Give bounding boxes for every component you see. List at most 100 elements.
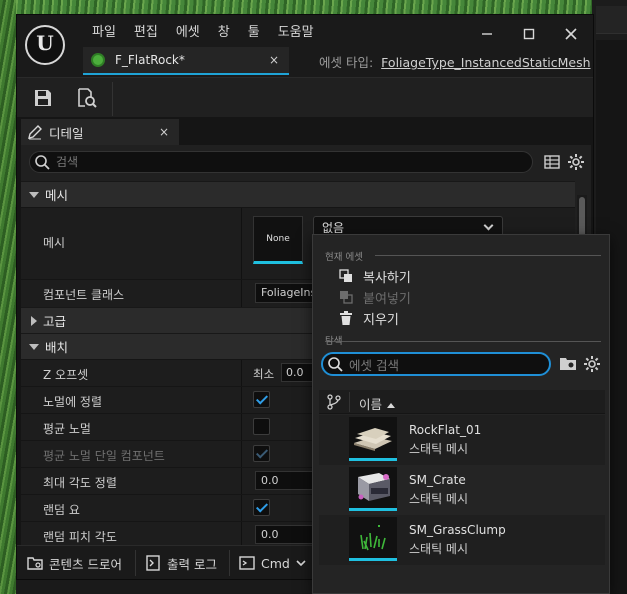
column-separator <box>241 441 242 467</box>
maximize-button[interactable] <box>509 21 549 47</box>
column-name-label: 이름 <box>359 397 383 412</box>
close-window-button[interactable] <box>551 21 591 47</box>
property-label-align-max-angle: 최대 각도 정렬 <box>43 476 117 490</box>
heading-divider <box>375 255 601 256</box>
asset-name: SM_GrassClump <box>409 523 506 537</box>
output-log-icon <box>146 555 160 571</box>
details-panel-tab[interactable]: 디테일 × <box>21 119 179 145</box>
menu-file[interactable]: 파일 <box>83 19 125 41</box>
z-offset-min-label: 최소 <box>253 367 275 381</box>
paste-icon <box>340 291 353 304</box>
grass-mesh-thumbnail-icon <box>360 525 386 551</box>
column-separator <box>349 392 350 412</box>
table-view-icon[interactable] <box>543 153 561 171</box>
browse-icon <box>78 88 97 108</box>
random-pitch-input[interactable]: 0.0 <box>255 525 315 544</box>
paste-label: 붙여넣기 <box>363 291 411 307</box>
align-max-angle-input[interactable]: 0.0 <box>255 471 315 490</box>
asset-list-item[interactable]: SM_Crate 스태틱 메시 <box>319 465 605 515</box>
collapse-arrow-icon <box>31 315 37 326</box>
property-label-random-pitch: 랜덤 피치 각도 <box>43 530 117 544</box>
mesh-thumbnail[interactable]: None <box>253 216 303 264</box>
column-name-header[interactable]: 이름 <box>359 394 396 413</box>
align-to-normal-checkbox[interactable] <box>253 391 270 408</box>
property-label-component-class: 컴포넌트 클래스 <box>43 288 125 302</box>
random-yaw-checkbox[interactable] <box>253 499 270 516</box>
folder-filter-icon[interactable] <box>559 355 577 373</box>
search-icon <box>328 357 343 372</box>
clear-action[interactable]: 지우기 <box>339 308 399 328</box>
section-advanced-label: 고급 <box>43 314 67 329</box>
asset-list-item[interactable]: RockFlat_01 스태틱 메시 <box>319 415 605 465</box>
asset-type: 스태틱 메시 <box>409 542 469 556</box>
background-tab-right <box>596 6 627 34</box>
paste-action: 붙여넣기 <box>339 287 411 307</box>
clear-label: 지우기 <box>363 312 399 328</box>
column-separator <box>241 468 242 494</box>
asset-toolbar <box>17 77 593 117</box>
toolbar-separator <box>112 82 113 116</box>
property-label-z-offset: Z 오프셋 <box>43 368 89 382</box>
property-label-average-normal-single: 평균 노멀 단일 컴포넌트 <box>43 449 165 463</box>
property-label-average-normal: 평균 노멀 <box>43 422 91 436</box>
save-button[interactable] <box>29 84 57 112</box>
status-bar-separator <box>135 550 136 576</box>
average-normal-checkbox[interactable] <box>253 418 270 435</box>
asset-list-item[interactable]: SM_GrassClump 스태틱 메시 <box>319 515 605 565</box>
asset-picker-popup: 현재 에셋 복사하기 붙여넣기 지우기 탐색 에셋 검색 이름 RockFlat… <box>312 234 610 594</box>
asset-type-info: 에셋 타입: FoliageType_InstancedStaticMesh <box>319 52 591 71</box>
copy-icon <box>339 269 352 282</box>
chevron-down-icon <box>483 220 494 231</box>
output-log-button[interactable]: 출력 로그 <box>145 550 217 576</box>
column-separator <box>241 360 242 386</box>
property-label-align-to-normal: 노멀에 정렬 <box>43 395 103 409</box>
cmd-label: Cmd <box>261 555 290 571</box>
asset-tab-label: F_FlatRock* <box>115 53 185 67</box>
section-mesh-label: 메시 <box>45 188 69 203</box>
minimize-icon <box>482 33 492 35</box>
source-control-icon[interactable] <box>327 394 341 410</box>
viewport-background-left <box>0 0 16 594</box>
property-label-random-yaw: 랜덤 요 <box>43 503 80 517</box>
minimize-button[interactable] <box>467 21 507 47</box>
close-icon <box>565 28 577 40</box>
copy-action[interactable]: 복사하기 <box>339 266 411 286</box>
menu-edit[interactable]: 편집 <box>125 19 167 41</box>
copy-label: 복사하기 <box>363 270 411 286</box>
chevron-down-icon <box>296 560 306 567</box>
search-icon <box>35 155 50 170</box>
asset-tab-close-button[interactable]: × <box>269 53 279 67</box>
content-drawer-label: 콘텐츠 드로어 <box>49 556 122 572</box>
asset-search-input[interactable] <box>349 356 539 374</box>
status-bar-separator <box>229 550 230 576</box>
menu-window[interactable]: 창 <box>209 19 239 41</box>
asset-document-tab[interactable]: F_FlatRock* × <box>83 47 289 75</box>
details-tab-close-button[interactable]: × <box>159 125 169 139</box>
details-search-input[interactable] <box>56 153 516 171</box>
cmd-console-button[interactable]: Cmd <box>239 550 306 576</box>
menu-asset[interactable]: 에셋 <box>167 19 209 41</box>
settings-gear-icon[interactable] <box>583 355 601 373</box>
asset-thumbnail-grassclump <box>349 517 397 561</box>
foliage-type-icon <box>91 53 105 67</box>
asset-type-link[interactable]: FoliageType_InstancedStaticMesh <box>381 55 590 70</box>
browse-to-asset-button[interactable] <box>73 84 101 112</box>
settings-gear-icon[interactable] <box>567 153 585 171</box>
unreal-logo-icon <box>25 25 65 65</box>
console-icon <box>239 556 255 570</box>
details-search-bar <box>29 151 533 173</box>
content-drawer-button[interactable]: 콘텐츠 드로어 <box>27 550 122 576</box>
asset-search-bar <box>321 352 551 376</box>
title-bar[interactable]: 파일 편집 에셋 창 툴 도움말 F_FlatRock* × 에셋 타입: Fo… <box>17 15 593 77</box>
section-divider <box>325 341 601 342</box>
asset-name: RockFlat_01 <box>409 423 482 437</box>
crate-mesh-thumbnail-icon <box>358 473 390 501</box>
rock-mesh-thumbnail-icon <box>354 428 392 451</box>
asset-type: 스태틱 메시 <box>409 492 469 506</box>
expand-arrow-icon <box>29 343 39 350</box>
section-mesh[interactable]: 메시 <box>21 181 575 207</box>
save-icon <box>35 90 51 106</box>
asset-thumbnail-rockflat <box>349 417 397 461</box>
menu-help[interactable]: 도움말 <box>269 19 323 41</box>
menu-tools[interactable]: 툴 <box>239 19 269 41</box>
